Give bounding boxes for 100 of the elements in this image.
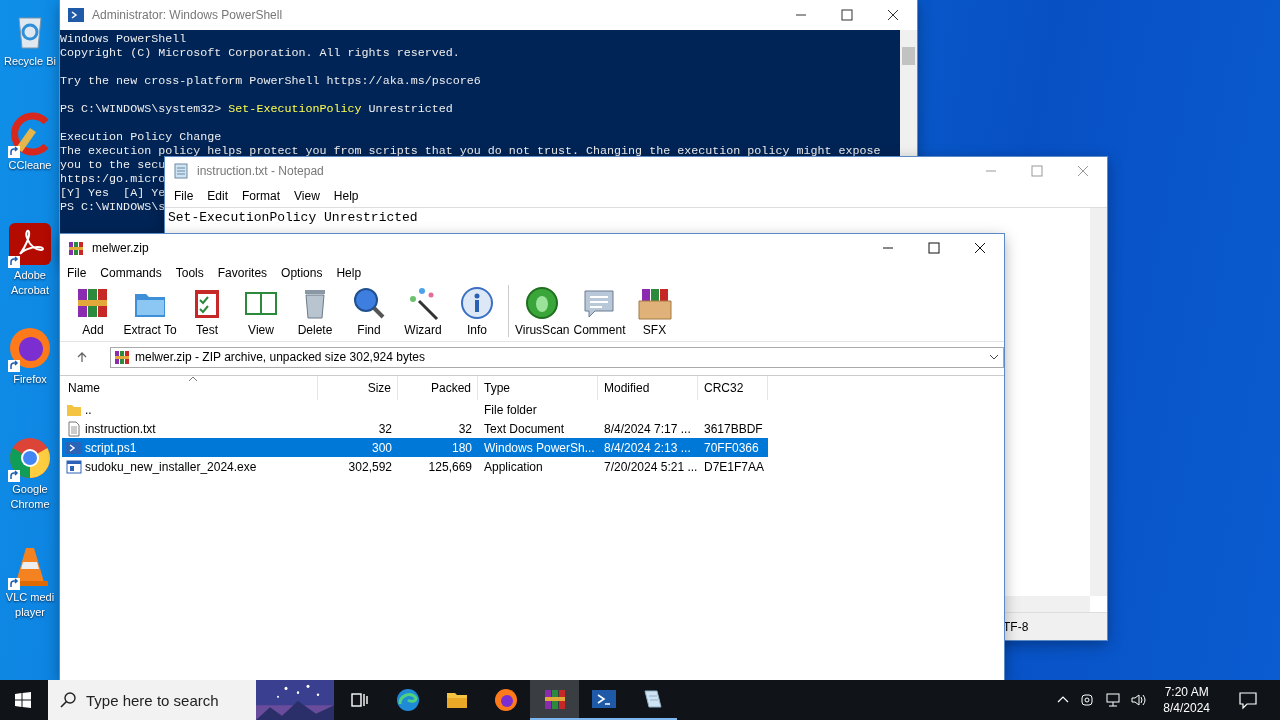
status-text: TF-8 bbox=[1003, 619, 1029, 634]
shortcut-arrow-icon bbox=[8, 146, 20, 158]
shortcut-arrow-icon bbox=[8, 470, 20, 482]
browser-icon[interactable] bbox=[8, 436, 52, 480]
toolbar-button[interactable]: Delete bbox=[288, 285, 342, 337]
desktop-icon-label[interactable]: Google Chrome bbox=[0, 482, 60, 512]
path-dropdown[interactable]: melwer.zip - ZIP archive, unpacked size 302,924 bytes bbox=[110, 346, 1004, 368]
close-icon[interactable] bbox=[974, 242, 986, 254]
file-row[interactable]: instruction.txt 32 32 Text Document 8/4/2024 7:17 ... 3617BBDF bbox=[62, 419, 768, 438]
network-icon[interactable] bbox=[1105, 692, 1122, 708]
toolbar-button[interactable]: Wizard bbox=[396, 285, 450, 337]
close-icon[interactable] bbox=[887, 9, 899, 21]
toolbar-button[interactable]: Info bbox=[450, 285, 504, 337]
table-cell: Text Document bbox=[484, 421, 565, 436]
toolbar-button[interactable]: Comment bbox=[571, 285, 628, 337]
up-arrow-icon[interactable] bbox=[76, 351, 88, 363]
menu-item[interactable]: File bbox=[60, 264, 94, 282]
menu-item[interactable]: Commands bbox=[93, 264, 169, 282]
powershell-icon bbox=[66, 439, 82, 456]
table-cell: Windows PowerSh... bbox=[484, 440, 595, 455]
toolbar-button[interactable]: Add bbox=[66, 285, 120, 337]
browser-icon bbox=[493, 688, 518, 712]
console-line: Windows PowerShell bbox=[60, 32, 187, 46]
column-header[interactable]: Name bbox=[62, 376, 318, 400]
console-line: Copyright (C) Microsoft Corporation. All rights reserved. bbox=[60, 46, 460, 60]
info-icon bbox=[459, 285, 495, 321]
windows-logo-icon[interactable] bbox=[15, 692, 31, 708]
toolbar-button[interactable]: Test bbox=[180, 285, 234, 337]
application-icon bbox=[66, 458, 82, 475]
menu-item[interactable]: Help bbox=[329, 264, 369, 282]
desktop-icon-label[interactable]: Recycle Bi bbox=[4, 54, 56, 69]
desktop-icon-label[interactable]: Adobe Acrobat bbox=[0, 268, 60, 298]
maximize-icon[interactable] bbox=[841, 9, 853, 21]
file-row[interactable]: script.ps1 300 180 Windows PowerSh... 8/4/2024 2:13 ... 70FF0366 bbox=[62, 438, 768, 457]
powershell-icon bbox=[68, 7, 84, 23]
desktop-icon-label[interactable]: CCleane bbox=[8, 158, 52, 173]
browser-icon[interactable] bbox=[8, 326, 52, 370]
console-line: https:/go.micro bbox=[60, 172, 166, 186]
menu-item[interactable]: Favorites bbox=[210, 264, 275, 282]
menu-item[interactable]: Format bbox=[235, 187, 288, 205]
table-cell: 8/4/2024 7:17 ... bbox=[604, 421, 691, 436]
menu-item[interactable]: Options bbox=[274, 264, 330, 282]
console-line: Try the new cross-platform PowerShell https://aka.ms/pscore6 bbox=[60, 74, 481, 88]
camera-icon[interactable] bbox=[1079, 692, 1096, 708]
file-row[interactable]: .. File folder bbox=[62, 400, 768, 419]
menu-item[interactable]: File bbox=[167, 187, 201, 205]
file-name: .. bbox=[85, 402, 92, 417]
scrollbar[interactable] bbox=[1005, 596, 1090, 612]
console-line: Execution Policy Change bbox=[60, 130, 222, 144]
toolbar-button[interactable]: VirusScan bbox=[513, 285, 572, 337]
console-line: PS C:\WINDOWS\s bbox=[60, 200, 166, 214]
menu-item[interactable]: Tools bbox=[168, 264, 211, 282]
window-title: melwer.zip bbox=[92, 241, 149, 255]
notepad-icon bbox=[173, 163, 189, 179]
file-name: script.ps1 bbox=[85, 440, 137, 455]
archive-icon bbox=[114, 349, 130, 365]
browser-icon bbox=[395, 688, 420, 712]
table-cell: 300 bbox=[371, 440, 392, 455]
table-cell: 70FF0366 bbox=[704, 440, 759, 455]
terminal-icon bbox=[591, 687, 616, 711]
scrollbar[interactable] bbox=[1090, 208, 1107, 596]
console-line: you to the secu bbox=[60, 158, 166, 172]
file-name: sudoku_new_installer_2024.exe bbox=[85, 459, 257, 474]
toolbar-button[interactable]: Find bbox=[342, 285, 396, 337]
task-view-icon bbox=[348, 690, 369, 710]
window-title: instruction.txt - Notepad bbox=[197, 164, 324, 178]
column-header[interactable]: Type bbox=[478, 376, 598, 400]
menu-item[interactable]: View bbox=[287, 187, 327, 205]
menu-item[interactable]: Edit bbox=[200, 187, 236, 205]
table-cell: 8/4/2024 2:13 ... bbox=[604, 440, 691, 455]
column-header[interactable]: CRC32 bbox=[698, 376, 768, 400]
text-file-icon bbox=[66, 420, 82, 437]
sort-caret-icon bbox=[188, 376, 198, 382]
file-row[interactable]: sudoku_new_installer_2024.exe 302,592 125,669 Application 7/20/2024 5:21 ... D7E1F7AA bbox=[62, 457, 768, 476]
table-cell: File folder bbox=[484, 402, 537, 417]
console-line: The execution policy helps protect you from scripts that you do not trust. Changing the execution policy might expose bbox=[60, 144, 881, 158]
magnifier-icon bbox=[351, 285, 387, 321]
clock[interactable]: 7:20 AM 8/4/2024 bbox=[1163, 684, 1210, 716]
notification-icon[interactable] bbox=[1238, 690, 1258, 710]
search-field[interactable]: Type here to search bbox=[48, 680, 256, 720]
file-name: instruction.txt bbox=[85, 421, 156, 436]
shortcut-arrow-icon bbox=[8, 360, 20, 372]
volume-icon[interactable] bbox=[1131, 692, 1148, 708]
document-app-icon[interactable] bbox=[8, 222, 52, 266]
books-icon bbox=[542, 687, 567, 711]
table-cell: D7E1F7AA bbox=[704, 459, 765, 474]
table-cell: 3617BBDF bbox=[704, 421, 763, 436]
desktop-icon-label[interactable]: Firefox bbox=[13, 372, 47, 387]
toolbar-button[interactable]: SFX bbox=[627, 285, 682, 337]
maximize-icon[interactable] bbox=[928, 242, 940, 254]
desktop-icon-label[interactable]: VLC medi player bbox=[0, 590, 60, 620]
column-header[interactable]: Packed bbox=[398, 376, 478, 400]
column-header[interactable]: Size bbox=[318, 376, 398, 400]
menu-item[interactable]: Help bbox=[326, 187, 366, 205]
scrollbar[interactable] bbox=[900, 30, 917, 157]
console-line: [Y] Yes [A] Ye bbox=[60, 186, 166, 200]
toolbar-button[interactable]: Extract To bbox=[120, 285, 180, 337]
chevron-down-icon bbox=[989, 352, 999, 362]
column-header[interactable]: Modified bbox=[598, 376, 698, 400]
toolbar-button[interactable]: View bbox=[234, 285, 288, 337]
